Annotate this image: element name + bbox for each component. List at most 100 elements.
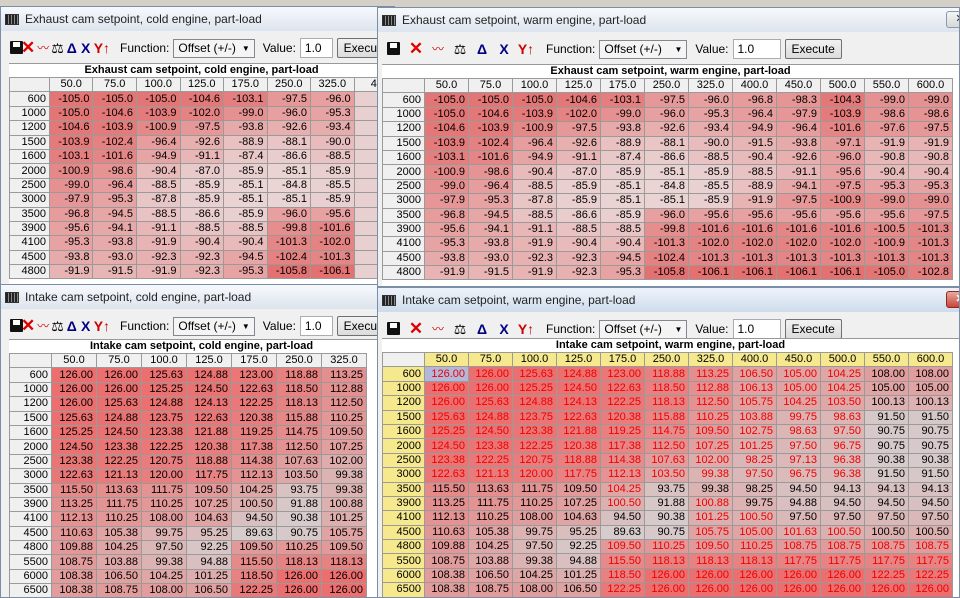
table-cell[interactable]: 108.00 <box>512 510 557 526</box>
table-cell[interactable]: 118.50 <box>276 381 322 398</box>
table-cell[interactable]: 100.50 <box>864 524 909 541</box>
table-cell[interactable]: -95.3 <box>600 265 645 281</box>
table-cell[interactable]: -92.3 <box>179 249 225 266</box>
table-cell[interactable]: 90.75 <box>908 438 953 454</box>
table-cell[interactable]: 126.00 <box>321 568 367 585</box>
table-cell[interactable]: 94.50 <box>776 481 821 497</box>
table-cell[interactable]: -88.5 <box>556 221 601 238</box>
intake-warm-window[interactable]: Intake cam setpoint, warm engine, part-l… <box>377 287 960 598</box>
table-cell[interactable]: 117.75 <box>864 553 909 569</box>
table-cell[interactable]: 97.50 <box>776 438 821 454</box>
table-cell[interactable]: -90.4 <box>556 236 601 252</box>
table-cell[interactable]: 125.25 <box>51 424 97 441</box>
table-cell[interactable]: 120.38 <box>556 438 601 454</box>
intake-cold-titlebar[interactable]: Intake cam setpoint, cold engine, part-l… <box>1 285 394 309</box>
table-cell[interactable]: -102.4 <box>266 249 312 266</box>
table-cell[interactable]: 126.00 <box>688 567 733 584</box>
table-cell[interactable]: 89.63 <box>231 525 277 542</box>
table-cell[interactable]: 122.25 <box>231 583 277 597</box>
table-cell[interactable]: 126.00 <box>908 582 953 597</box>
table-cell[interactable]: -85.5 <box>688 178 733 195</box>
value-input[interactable]: 1.0 <box>299 316 333 336</box>
table-cell[interactable]: 112.13 <box>231 468 277 484</box>
table-cell[interactable]: 105.75 <box>732 395 777 411</box>
table-cell[interactable]: -85.9 <box>688 164 733 180</box>
table-cell[interactable]: 117.38 <box>600 438 645 454</box>
table-cell[interactable]: 107.63 <box>276 453 322 470</box>
table-cell[interactable]: 106.50 <box>186 583 232 597</box>
table-cell[interactable]: 106.50 <box>468 567 513 584</box>
table-cell[interactable]: -98.6 <box>468 164 513 180</box>
table-cell[interactable]: 123.75 <box>141 410 187 426</box>
table-cell[interactable]: -97.5 <box>266 91 312 107</box>
table-cell[interactable]: 118.13 <box>276 396 322 412</box>
table-cell[interactable]: 91.50 <box>864 467 909 483</box>
table-cell[interactable]: -96.0 <box>644 207 689 223</box>
exhaust-warm-window[interactable]: Exhaust cam setpoint, warm engine, part-… <box>377 7 960 287</box>
table-cell[interactable]: -103.9 <box>424 135 469 151</box>
table-cell[interactable]: -102.8 <box>908 265 953 281</box>
table-cell[interactable]: -96.0 <box>266 206 312 222</box>
table-cell[interactable]: -88.1 <box>266 134 312 150</box>
table-cell[interactable]: -85.9 <box>223 206 268 222</box>
table-cell[interactable]: -92.3 <box>512 250 557 267</box>
table-cell[interactable]: -88.5 <box>179 220 225 237</box>
table-cell[interactable]: -85.9 <box>310 163 355 179</box>
table-cell[interactable]: -84.8 <box>644 178 689 195</box>
table-cell[interactable]: 118.88 <box>186 453 232 470</box>
table-cell[interactable]: -96.4 <box>512 135 557 151</box>
arrow-icon[interactable]: Y↑ <box>516 319 536 339</box>
delta-icon[interactable]: Δ <box>472 319 492 339</box>
table-cell[interactable]: -96.0 <box>266 105 312 122</box>
table-cell[interactable]: -102.0 <box>776 236 821 252</box>
table-cell[interactable]: 115.50 <box>600 553 645 569</box>
table-cell[interactable]: -101.3 <box>908 221 953 238</box>
table-cell[interactable]: 107.25 <box>321 439 367 455</box>
exhaust-warm-titlebar[interactable]: Exhaust cam setpoint, warm engine, part-… <box>378 8 959 32</box>
table-cell[interactable]: -96.4 <box>92 177 137 194</box>
table-cell[interactable]: -88.5 <box>732 164 777 180</box>
table-cell[interactable]: -103.9 <box>468 121 513 137</box>
table-cell[interactable]: 91.50 <box>864 409 909 425</box>
table-cell[interactable]: 125.63 <box>51 410 97 426</box>
table-cell[interactable]: 98.63 <box>820 409 865 425</box>
table-cell[interactable]: 105.38 <box>96 525 142 542</box>
table-cell[interactable]: 108.38 <box>424 567 469 584</box>
table-cell[interactable]: 124.88 <box>186 367 232 383</box>
table-cell[interactable]: 126.00 <box>820 567 865 584</box>
table-cell[interactable]: -101.3 <box>644 236 689 252</box>
table-cell[interactable]: 94.88 <box>776 495 821 512</box>
table-cell[interactable]: -95.3 <box>688 106 733 123</box>
table-cell[interactable]: 121.88 <box>556 423 601 440</box>
table-cell[interactable]: 100.50 <box>732 510 777 526</box>
table-cell[interactable]: 125.63 <box>468 395 513 411</box>
table-cell[interactable]: 108.00 <box>908 366 953 382</box>
table-cell[interactable]: -88.9 <box>223 134 268 150</box>
table-cell[interactable]: 109.50 <box>231 540 277 556</box>
table-cell[interactable]: -100.9 <box>424 164 469 180</box>
table-cell[interactable]: 121.13 <box>96 468 142 484</box>
table-cell[interactable]: -97.5 <box>776 193 821 209</box>
table-cell[interactable]: 109.88 <box>51 540 97 556</box>
table-cell[interactable]: 97.13 <box>776 452 821 469</box>
table-cell[interactable]: -93.4 <box>688 121 733 137</box>
table-cell[interactable]: -93.8 <box>424 250 469 267</box>
table-cell[interactable]: 123.00 <box>600 366 645 382</box>
table-cell[interactable]: 117.75 <box>908 553 953 569</box>
table-cell[interactable]: 109.50 <box>321 424 367 441</box>
table-cell[interactable]: 97.50 <box>820 423 865 440</box>
arrow-icon[interactable]: Y↑ <box>516 39 536 59</box>
table-cell[interactable]: 105.00 <box>864 380 909 397</box>
table-cell[interactable]: -90.4 <box>223 235 268 251</box>
table-cell[interactable]: -105.8 <box>644 265 689 281</box>
table-cell[interactable]: 121.88 <box>186 424 232 441</box>
table-cell[interactable]: 107.25 <box>688 438 733 454</box>
table-cell[interactable]: -99.0 <box>223 105 268 122</box>
table-cell[interactable]: -104.6 <box>424 121 469 137</box>
table-cell[interactable]: 94.50 <box>864 495 909 512</box>
table-cell[interactable]: -100.9 <box>48 163 94 179</box>
table-cell[interactable]: 90.75 <box>864 438 909 454</box>
table-cell[interactable]: 126.00 <box>468 380 513 397</box>
table-cell[interactable]: 126.00 <box>276 583 322 597</box>
table-cell[interactable]: -96.8 <box>424 207 469 223</box>
